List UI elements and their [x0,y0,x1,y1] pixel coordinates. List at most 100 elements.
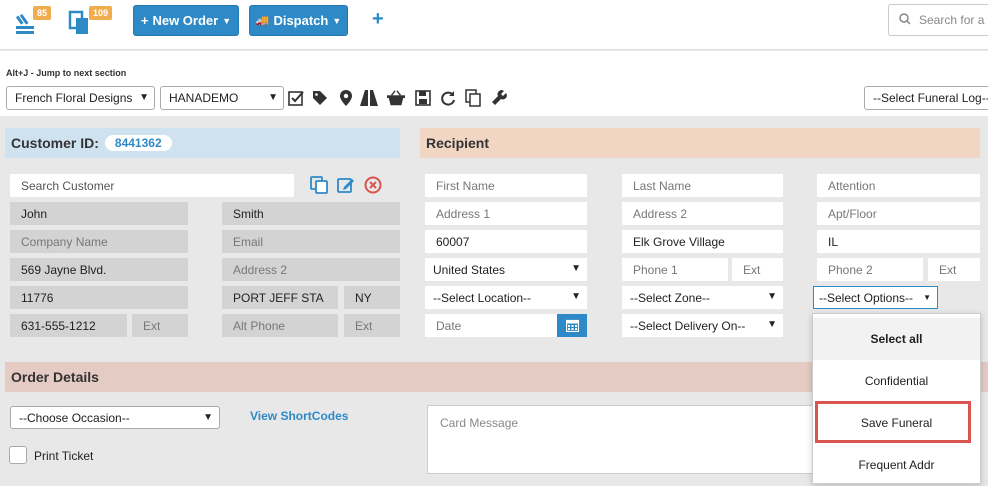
dropdown-item-frequent-addr[interactable]: Frequent Addr [813,444,980,486]
map-pin-icon[interactable] [337,89,355,107]
plus-icon: + [140,13,149,28]
recipient-ext1-placeholder: Ext [743,262,761,277]
calendar-icon[interactable] [557,314,587,337]
country-select-value: United States [433,262,506,277]
recipient-section-header: Recipient [420,128,980,158]
zone-select-value: --Select Zone-- [630,290,711,305]
options-select[interactable]: --Select Options-- ▼ [813,286,938,309]
add-plus-icon[interactable]: + [372,8,384,31]
customer-city-field[interactable]: PORT JEFF STA [222,286,338,309]
customer-ext-field[interactable]: Ext [132,314,188,337]
recipient-zip-field[interactable]: 60007 [425,230,587,253]
date-field[interactable]: Date [425,314,557,337]
alt-phone-placeholder: Alt Phone [233,318,286,333]
delivery-on-select[interactable]: --Select Delivery On-- ▼ [622,314,783,337]
dropdown-item-select-all[interactable]: Select all [813,318,980,360]
recipient-phone1-placeholder: Phone 1 [633,262,678,277]
truck-icon: 🚚 [255,15,270,27]
email-placeholder: Email [233,234,264,249]
recipient-phone2-placeholder: Phone 2 [828,262,873,277]
apt-floor-field[interactable]: Apt/Floor [817,202,980,225]
customer-state-field[interactable]: NY [344,286,400,309]
wrench-icon[interactable] [490,89,508,107]
recipient-ext2-field[interactable]: Ext [928,258,980,281]
recipient-header-label: Recipient [426,135,490,151]
recipient-last-name-field[interactable]: Last Name [622,174,783,197]
country-select[interactable]: United States ▼ [425,258,587,281]
refresh-icon[interactable] [439,89,457,107]
zone-select[interactable]: --Select Zone-- ▼ [622,286,783,309]
apt-floor-placeholder: Apt/Floor [828,206,877,221]
recipient-ext2-placeholder: Ext [939,262,957,277]
recipient-address1-placeholder: Address 1 [436,206,491,221]
copy-icon[interactable] [464,89,482,107]
funeral-log-select[interactable]: --Select Funeral Log-- [864,86,988,110]
edit-icon[interactable] [337,176,355,194]
recipient-phone1-field[interactable]: Phone 1 [622,258,728,281]
customer-id-label: Customer ID: [11,135,99,151]
store-select[interactable]: French Floral Designs ▼ [6,86,155,110]
occasion-select[interactable]: --Choose Occasion-- ▼ [10,406,220,429]
alt-ext-placeholder: Ext [355,318,373,333]
customer-section-header: Customer ID: 8441362 [5,128,400,158]
options-dropdown-menu: Select all Confidential Save Funeral Fre… [812,313,981,484]
location-select-value: --Select Location-- [433,290,532,305]
location-select[interactable]: --Select Location-- ▼ [425,286,587,309]
close-circle-icon[interactable] [364,176,382,194]
orders-count-badge: 85 [33,6,52,20]
check-square-icon[interactable] [287,89,305,107]
occasion-select-value: --Choose Occasion-- [19,410,130,425]
road-icon[interactable] [360,89,378,107]
alt-phone-field[interactable]: Alt Phone [222,314,338,337]
customer-address2-placeholder: Address 2 [233,262,288,277]
customer-state-value: NY [355,290,372,305]
store-select-value: French Floral Designs [15,91,133,105]
dispatch-button[interactable]: 🚚 Dispatch ▼ [249,5,348,36]
caret-down-icon: ▼ [222,15,232,26]
jump-hint: Alt+J - Jump to next section [6,68,127,78]
company-name-field[interactable]: Company Name [10,230,188,253]
recipient-city-field[interactable]: Elk Grove Village [622,230,783,253]
new-order-button[interactable]: + New Order ▼ [133,5,239,36]
global-search-input[interactable]: Search for a [888,4,988,36]
customer-address1-field[interactable]: 569 Jayne Blvd. [10,258,188,281]
basket-icon[interactable] [387,89,405,107]
customer-zip-field[interactable]: 11776 [10,286,188,309]
chevron-down-icon: ▼ [571,263,581,274]
email-field[interactable]: Email [222,230,400,253]
chevron-down-icon: ▼ [767,291,777,302]
customer-last-name-field[interactable]: Smith [222,202,400,225]
search-customer-placeholder: Search Customer [21,178,115,193]
recipient-last-name-placeholder: Last Name [633,178,692,193]
view-shortcodes-link[interactable]: View ShortCodes [250,409,348,423]
recipient-state-field[interactable]: IL [817,230,980,253]
copy-icon[interactable] [310,176,328,194]
toolbar: Alt+J - Jump to next section French Flor… [0,51,988,116]
recipient-first-name-field[interactable]: First Name [425,174,587,197]
dropdown-item-confidential[interactable]: Confidential [813,360,980,402]
save-icon[interactable] [414,89,432,107]
chevron-down-icon: ▼ [571,291,581,302]
recipient-ext1-field[interactable]: Ext [732,258,783,281]
search-customer-input[interactable]: Search Customer [10,174,294,197]
chevron-down-icon: ▼ [203,412,213,423]
recipient-phone2-field[interactable]: Phone 2 [817,258,923,281]
customer-city-value: PORT JEFF STA [233,290,324,305]
attention-field[interactable]: Attention [817,174,980,197]
tags-icon[interactable] [312,89,330,107]
customer-phone-field[interactable]: 631-555-1212 [10,314,127,337]
date-placeholder: Date [436,318,462,333]
customer-id-badge: 8441362 [104,135,172,151]
print-ticket-checkbox[interactable] [9,446,27,464]
company-select[interactable]: HANADEMO ▼ [160,86,284,110]
recipient-address2-field[interactable]: Address 2 [622,202,783,225]
customer-last-name-value: Smith [233,206,264,221]
alt-ext-field[interactable]: Ext [344,314,400,337]
save-funeral-highlight [815,401,971,443]
customer-address2-field[interactable]: Address 2 [222,258,400,281]
search-icon [899,12,911,28]
customer-first-name-field[interactable]: John [10,202,188,225]
card-message-textarea[interactable]: Card Message [427,405,827,474]
card-message-placeholder: Card Message [440,416,519,430]
recipient-address1-field[interactable]: Address 1 [425,202,587,225]
